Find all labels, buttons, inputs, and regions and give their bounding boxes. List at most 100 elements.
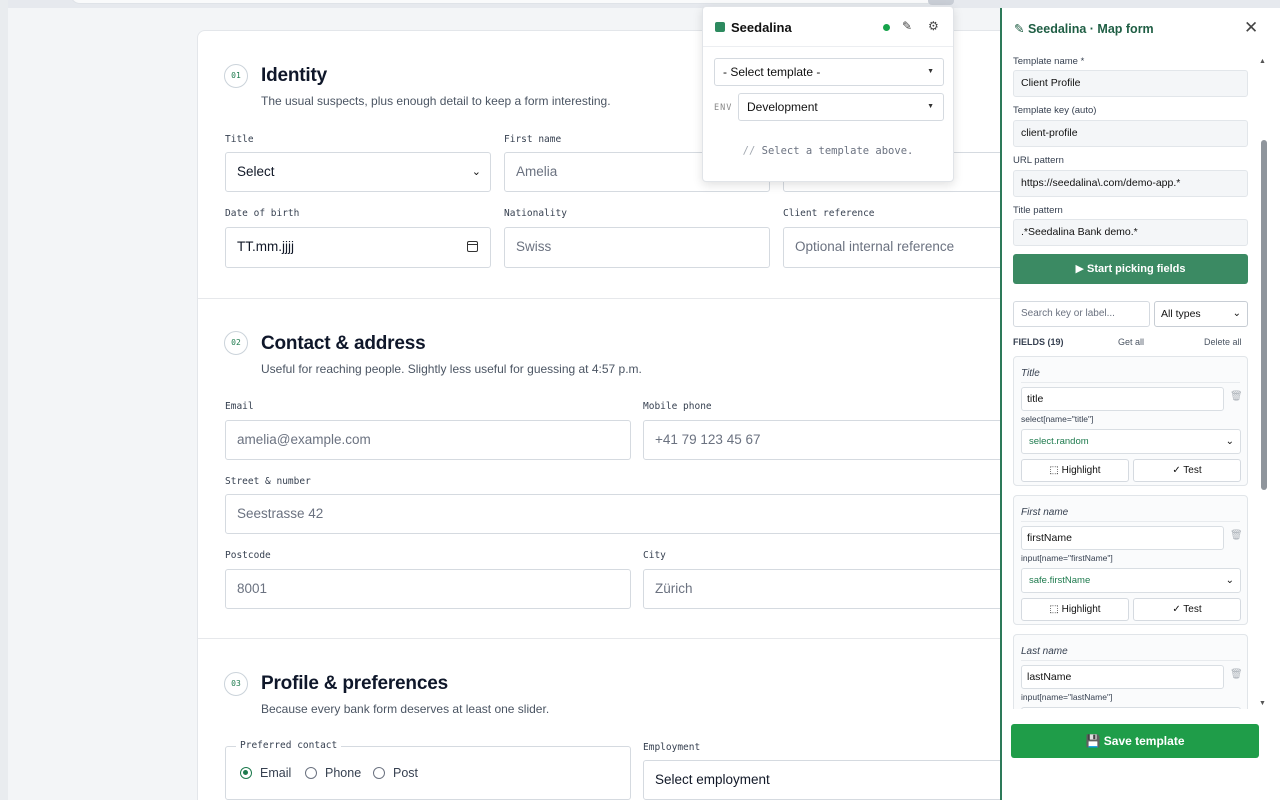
hint-comment-mark: // — [742, 145, 756, 157]
address-bar-edge — [70, 0, 950, 4]
street-input[interactable]: Seestrasse 42 — [225, 494, 1056, 534]
field-search-input[interactable]: Search key or label... — [1013, 301, 1150, 327]
map-form-panel: ✎ Seedalina · Map form ✕ Template name *… — [1000, 8, 1280, 800]
employment-select[interactable]: Select employment — [643, 760, 1056, 800]
email-input[interactable]: amelia@example.com — [225, 420, 631, 460]
nationality-input[interactable]: Swiss — [504, 227, 770, 268]
firstname-label: First name — [504, 134, 562, 145]
field-key-input[interactable]: title — [1021, 387, 1224, 411]
field-key-input[interactable]: lastName — [1021, 665, 1224, 689]
title-pattern-label: Title pattern — [1013, 205, 1063, 216]
title-pattern-input[interactable]: .*Seedalina Bank demo.* — [1013, 219, 1248, 246]
radio-label: Email — [260, 766, 292, 780]
popup-hint: // Select a template above. — [703, 145, 953, 157]
field-card: Last name lastName 🗑 input[name="lastNam… — [1013, 634, 1248, 709]
close-icon[interactable]: ✕ — [1244, 18, 1258, 38]
popup-app-name: Seedalina — [731, 20, 792, 35]
delete-all-link[interactable]: Delete all — [1204, 337, 1242, 347]
field-selector: input[name="firstName"] — [1021, 553, 1113, 563]
env-select-value: Development — [747, 100, 818, 114]
calendar-icon[interactable] — [467, 241, 478, 252]
type-filter-value: All types — [1161, 308, 1201, 320]
generator-select[interactable]: safe.firstName ⌄ — [1021, 568, 1241, 593]
generator-select[interactable]: select.random ⌄ — [1021, 429, 1241, 454]
dob-value: TT.mm.jjjj — [237, 239, 294, 254]
section-subtitle: Useful for reaching people. Slightly les… — [261, 362, 642, 376]
generator-value: select.random — [1029, 436, 1089, 447]
chevron-down-icon: ⌄ — [471, 166, 481, 178]
start-picking-button[interactable]: ▶ Start picking fields — [1013, 254, 1248, 284]
field-label: Title — [1021, 368, 1040, 379]
radio-unchecked-icon[interactable] — [305, 767, 317, 779]
radio-phone[interactable]: Phone — [305, 766, 361, 780]
toolbar-knob — [928, 0, 954, 5]
template-key-label: Template key (auto) — [1013, 105, 1097, 116]
get-all-link[interactable]: Get all — [1118, 337, 1144, 347]
field-card: Title title 🗑 select[name="title"] selec… — [1013, 356, 1248, 486]
field-divider — [1021, 660, 1240, 661]
city-input[interactable]: Zürich — [643, 569, 1056, 609]
scroll-up-icon[interactable]: ▲ — [1259, 58, 1266, 65]
save-template-button[interactable]: 💾 Save template — [1011, 724, 1259, 758]
radio-checked-icon[interactable] — [240, 767, 252, 779]
radio-unchecked-icon[interactable] — [373, 767, 385, 779]
radio-label: Phone — [325, 766, 362, 780]
template-key-input[interactable]: client-profile — [1013, 120, 1248, 147]
title-label: Title — [225, 134, 254, 145]
template-select-value: - Select template - — [723, 65, 821, 79]
mobile-input[interactable]: +41 79 123 45 67 — [643, 420, 1056, 460]
panel-scrollbar[interactable]: ▲ ▼ — [1258, 58, 1270, 708]
section-subtitle: The usual suspects, plus enough detail t… — [261, 94, 611, 108]
trash-icon[interactable]: 🗑 — [1230, 669, 1243, 680]
title-select[interactable]: Select ⌄ — [225, 152, 491, 192]
scroll-down-icon[interactable]: ▼ — [1259, 700, 1266, 707]
radio-email[interactable]: Email — [240, 766, 291, 780]
field-key-input[interactable]: firstName — [1021, 526, 1224, 550]
browser-top-strip — [0, 0, 1280, 8]
dob-input[interactable]: TT.mm.jjjj — [225, 227, 491, 268]
template-select[interactable]: - Select template - ▼ — [714, 58, 944, 86]
hint-text: Select a template above. — [761, 145, 914, 157]
chevron-down-icon: ⌄ — [1232, 308, 1241, 319]
url-pattern-input[interactable]: https://seedalina\.com/demo-app.* — [1013, 170, 1248, 197]
clientref-label: Client reference — [783, 208, 875, 219]
field-selector: select[name="title"] — [1021, 414, 1094, 424]
caret-down-icon: ▼ — [927, 68, 934, 75]
highlight-button[interactable]: ⬚ Highlight — [1021, 598, 1129, 621]
env-select[interactable]: Development ▼ — [738, 93, 944, 121]
template-name-input[interactable]: Client Profile — [1013, 70, 1248, 97]
caret-down-icon: ▼ — [927, 103, 934, 110]
url-pattern-label: URL pattern — [1013, 155, 1064, 166]
scrollbar-thumb[interactable] — [1261, 140, 1267, 490]
test-button[interactable]: ✓ Test — [1133, 459, 1241, 482]
postcode-label: Postcode — [225, 550, 271, 561]
gear-icon[interactable]: ⚙ — [928, 19, 939, 33]
floppy-icon: 💾 — [1085, 734, 1101, 748]
type-filter-select[interactable]: All types ⌄ — [1154, 301, 1248, 327]
highlight-label: Highlight — [1061, 465, 1101, 476]
city-label: City — [643, 550, 666, 561]
trash-icon[interactable]: 🗑 — [1230, 530, 1243, 541]
employment-label: Employment — [643, 742, 701, 753]
trash-icon[interactable]: 🗑 — [1230, 391, 1243, 402]
section-divider — [198, 298, 1056, 299]
fields-count: FIELDS (19) — [1013, 337, 1064, 347]
status-dot-icon — [883, 24, 890, 31]
street-label: Street & number — [225, 476, 311, 487]
env-label: ENV — [714, 103, 733, 113]
section-number-badge: 03 — [224, 672, 248, 696]
panel-title: ✎ Seedalina · Map form — [1014, 22, 1154, 36]
panel-title-text: Seedalina · Map form — [1027, 22, 1154, 36]
test-button[interactable]: ✓ Test — [1133, 598, 1241, 621]
pencil-icon[interactable]: ✎ — [902, 19, 912, 33]
highlight-button[interactable]: ⬚ Highlight — [1021, 459, 1129, 482]
highlight-label: Highlight — [1061, 604, 1101, 615]
field-selector: input[name="lastName"] — [1021, 692, 1113, 702]
mobile-label: Mobile phone — [643, 401, 712, 412]
radio-post[interactable]: Post — [373, 766, 418, 780]
save-label: Save template — [1103, 734, 1185, 748]
postcode-input[interactable]: 8001 — [225, 569, 631, 609]
generator-select[interactable] — [1021, 707, 1241, 709]
field-divider — [1021, 382, 1240, 383]
page-left-edge — [0, 0, 8, 800]
